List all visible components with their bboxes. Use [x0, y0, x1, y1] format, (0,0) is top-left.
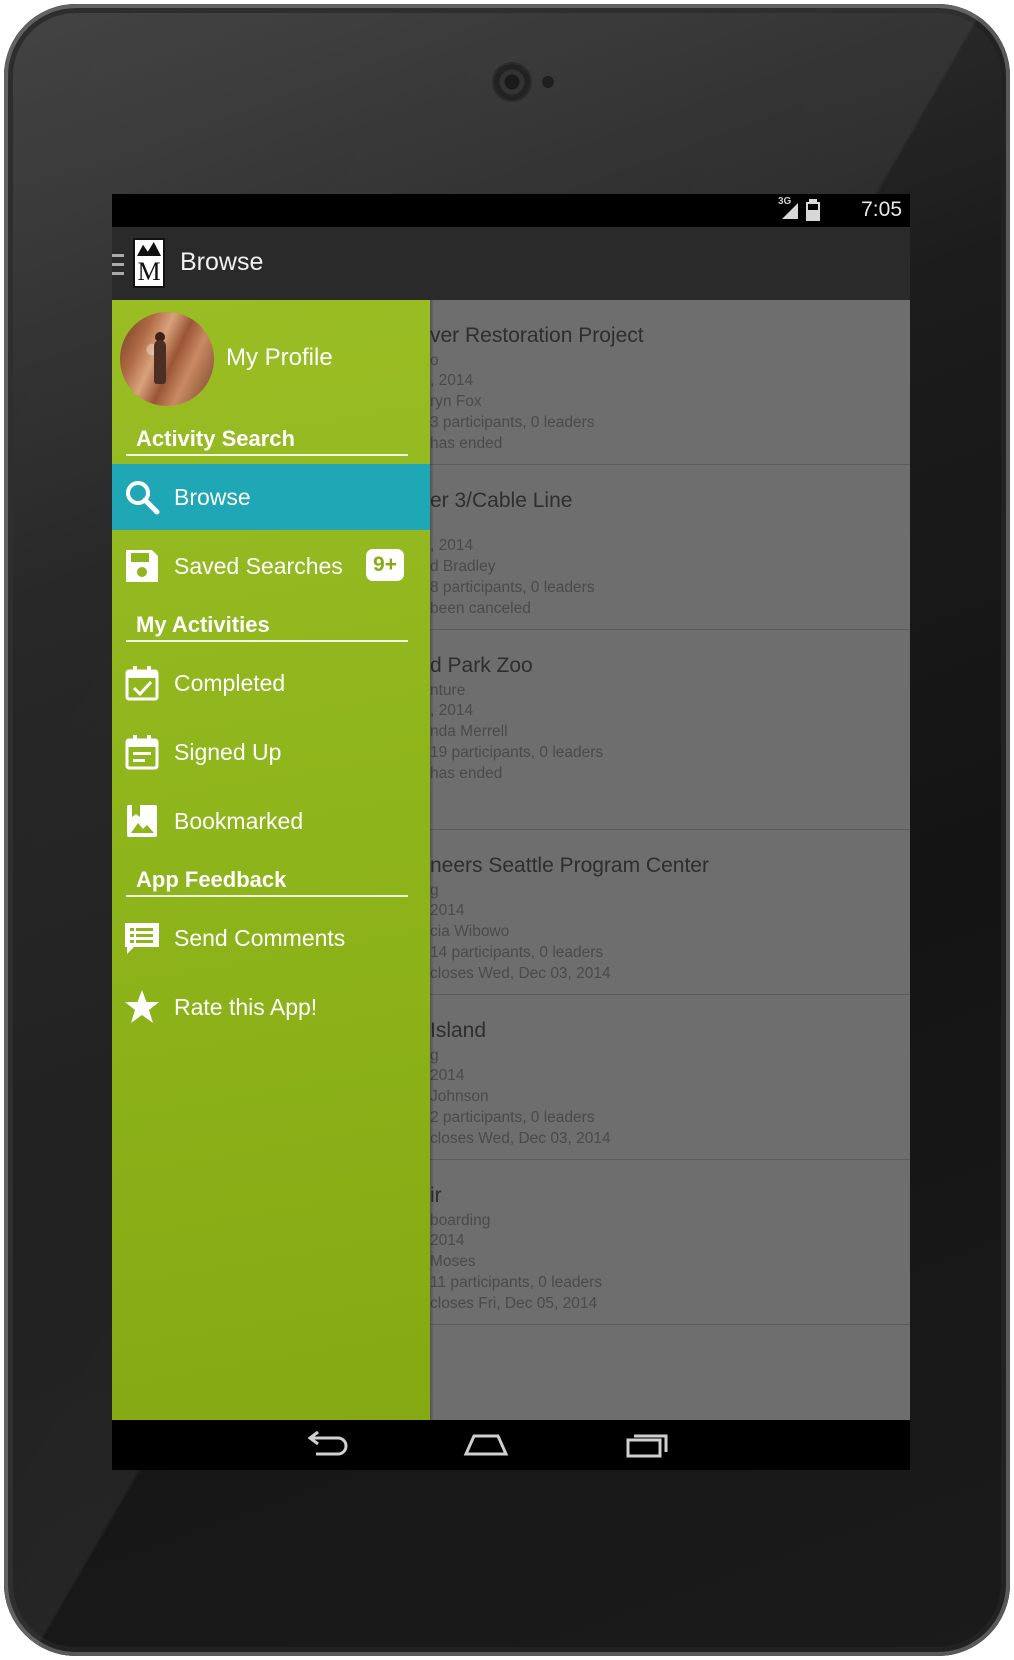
drawer-item-label: Rate this App! [174, 994, 318, 1020]
calendar-check-icon [125, 666, 159, 701]
activity-line: , 2014 [430, 702, 474, 719]
drawer-item-bookmarked[interactable]: Bookmarked [112, 788, 430, 854]
activity-title: d Park Zoo [430, 654, 533, 677]
activity-line: 14 participants, 0 leaders [430, 944, 604, 961]
activity-title: neers Seattle Program Center [430, 854, 709, 877]
activity-line: d Bradley [430, 558, 496, 575]
signal-icon: 3G [778, 196, 800, 221]
activity-line: nda Merrell [430, 723, 508, 740]
drawer-item-rate-app[interactable]: Rate this App! [112, 974, 430, 1040]
calendar-list-icon [125, 735, 159, 770]
light-sensor [542, 76, 554, 88]
drawer-item-signed-up[interactable]: Signed Up [112, 719, 430, 785]
section-title: Activity Search [136, 426, 295, 451]
drawer-item-saved-searches[interactable]: Saved Searches 9+ [112, 533, 430, 599]
drawer-item-label: Browse [174, 484, 251, 510]
activity-line: ryn Fox [430, 393, 482, 410]
activity-line: 2014 [430, 1067, 465, 1084]
activity-line: closes Fri, Dec 05, 2014 [430, 1295, 598, 1312]
search-icon [126, 481, 160, 515]
activity-line: , 2014 [430, 537, 474, 554]
activity-title: er 3/Cable Line [430, 489, 573, 512]
section-app-feedback: App Feedback [126, 867, 408, 897]
back-icon[interactable] [302, 1430, 350, 1460]
screen: 3G 7:05 M Browse ver Restoration Project… [112, 194, 910, 1470]
app-logo[interactable]: M [133, 238, 165, 288]
activity-line: cia Wibowo [430, 923, 510, 940]
section-my-activities: My Activities [126, 612, 408, 642]
system-nav-bar [112, 1420, 910, 1470]
page-title: Browse [180, 248, 264, 276]
activity-line: boarding [430, 1212, 491, 1229]
home-icon[interactable] [462, 1430, 510, 1460]
status-bar: 3G 7:05 [112, 194, 910, 227]
comment-list-icon [125, 923, 159, 954]
activity-title: Island [430, 1019, 487, 1042]
drawer-item-label: Signed Up [174, 739, 282, 765]
activity-line: has ended [430, 435, 503, 452]
activity-line: been canceled [430, 600, 531, 617]
activity-line: nture [430, 682, 466, 699]
activity-line: 2014 [430, 1232, 465, 1249]
drawer-item-send-comments[interactable]: Send Comments [112, 905, 430, 971]
avatar[interactable] [120, 312, 214, 406]
activity-line: 19 participants, 0 leaders [430, 744, 604, 761]
drawer-item-label: Saved Searches [174, 553, 343, 579]
drawer-item-completed[interactable]: Completed [112, 650, 430, 716]
section-activity-search: Activity Search [126, 426, 408, 456]
drawer-shadow [430, 300, 434, 1420]
activity-title: ver Restoration Project [430, 324, 644, 347]
activity-line: , 2014 [430, 372, 474, 389]
drawer-item-label: Completed [174, 670, 286, 696]
drawer-item-label: Bookmarked [174, 808, 304, 834]
drawer-item-label: Send Comments [174, 925, 346, 951]
navigation-drawer: My Profile Activity Search Browse Saved … [112, 300, 430, 1420]
activity-line: Moses [430, 1253, 476, 1270]
section-title: App Feedback [136, 867, 287, 892]
status-time: 7:05 [861, 198, 902, 221]
activity-line: Johnson [430, 1088, 489, 1105]
activity-line: 8 participants, 0 leaders [430, 579, 595, 596]
star-icon [125, 990, 159, 1023]
action-bar: M Browse [112, 227, 910, 301]
activity-line: 3 participants, 0 leaders [430, 414, 595, 431]
menu-icon[interactable] [112, 254, 124, 276]
recents-icon[interactable] [624, 1430, 672, 1460]
activity-line: 2014 [430, 902, 465, 919]
front-camera [494, 64, 530, 100]
activity-line: closes Wed, Dec 03, 2014 [430, 965, 611, 982]
save-icon [126, 550, 158, 582]
battery-icon [806, 199, 820, 221]
logo-letter: M [137, 257, 161, 286]
my-profile-link[interactable]: My Profile [226, 344, 333, 372]
activity-line: closes Wed, Dec 03, 2014 [430, 1130, 611, 1147]
saved-searches-count-badge: 9+ [366, 549, 404, 581]
activity-line: has ended [430, 765, 503, 782]
section-title: My Activities [136, 612, 270, 637]
activity-line: 2 participants, 0 leaders [430, 1109, 595, 1126]
drawer-item-browse[interactable]: Browse [112, 464, 430, 530]
tablet-device: 3G 7:05 M Browse ver Restoration Project… [4, 4, 1010, 1656]
bookmark-image-icon [127, 805, 157, 837]
activity-line: 11 participants, 0 leaders [430, 1274, 603, 1291]
